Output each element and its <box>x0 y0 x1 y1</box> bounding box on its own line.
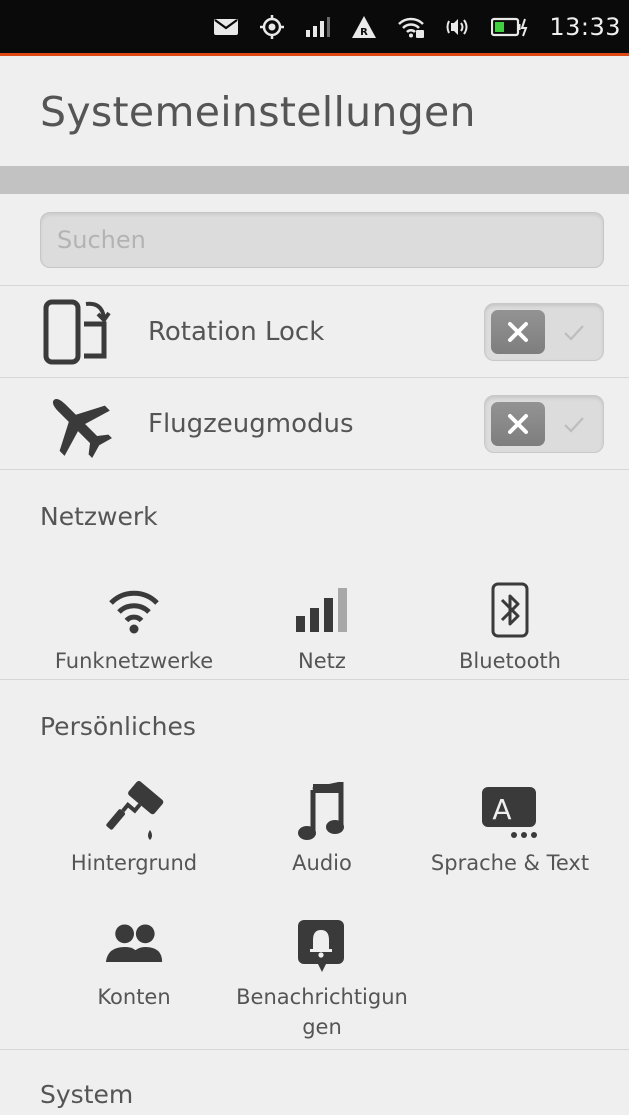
cell-signal-icon <box>305 13 331 41</box>
airplane-icon <box>40 386 116 462</box>
wifi-icon <box>397 13 425 41</box>
grid-item-label: Netz <box>298 649 346 673</box>
notification-bell-icon <box>292 916 352 976</box>
flight-mode-label: Flugzeugmodus <box>148 409 354 439</box>
rotation-lock-icon <box>40 294 116 370</box>
grid-item-audio[interactable]: Audio <box>222 782 422 878</box>
paint-roller-icon <box>104 781 164 842</box>
status-bar: R 13:33 <box>0 0 629 56</box>
grid-item-accounts[interactable]: Konten <box>34 916 234 1012</box>
page-title: Systemeinstellungen <box>40 88 476 136</box>
grid-item-notifications[interactable]: Benachrichtigungen <box>222 916 422 1042</box>
rotation-lock-switch[interactable] <box>484 303 604 361</box>
grid-item-label: Audio <box>292 851 352 875</box>
check-icon <box>559 409 589 439</box>
grid-item-label: Funknetzwerke <box>54 649 214 673</box>
rotation-lock-row[interactable]: Rotation Lock <box>0 286 629 378</box>
accounts-icon <box>104 916 164 976</box>
page-header: Systemeinstellungen <box>0 59 629 165</box>
grid-item-wifi[interactable]: Funknetzwerke <box>34 580 234 676</box>
switch-knob <box>491 310 545 354</box>
grid-item-cellular[interactable]: Netz <box>222 580 422 676</box>
search-container <box>40 212 604 268</box>
switch-knob <box>491 402 545 446</box>
divider <box>0 679 629 680</box>
svg-text:A: A <box>492 793 511 826</box>
divider <box>0 469 629 470</box>
status-clock: 13:33 <box>549 12 621 41</box>
grid-item-language[interactable]: A Sprache & Text <box>410 782 610 878</box>
cell-signal-icon <box>292 580 352 640</box>
bluetooth-icon <box>480 580 540 640</box>
svg-text:R: R <box>360 27 368 38</box>
search-input[interactable] <box>40 212 604 268</box>
wifi-icon <box>104 580 164 640</box>
section-title-system: System <box>40 1080 134 1109</box>
keyboard-language-icon: A <box>480 782 540 842</box>
section-title-network: Netzwerk <box>40 502 158 531</box>
grid-item-label: Sprache & Text <box>430 851 590 875</box>
battery-charging-icon <box>491 13 529 41</box>
grid-item-background[interactable]: Hintergrund <box>34 781 234 878</box>
close-icon <box>508 322 528 342</box>
music-note-icon <box>292 782 352 842</box>
check-icon <box>559 317 589 347</box>
grid-item-bluetooth[interactable]: Bluetooth <box>410 580 610 676</box>
location-icon <box>259 13 285 41</box>
grid-item-label: Konten <box>97 985 171 1009</box>
grid-item-label: Benachrichtigungen <box>236 985 408 1039</box>
grid-item-label: Bluetooth <box>459 649 561 673</box>
close-icon <box>508 414 528 434</box>
flight-mode-switch[interactable] <box>484 395 604 453</box>
rotation-lock-label: Rotation Lock <box>148 317 325 347</box>
header-divider <box>0 166 629 194</box>
grid-item-label: Hintergrund <box>70 851 198 875</box>
volume-icon <box>445 13 471 41</box>
mail-icon <box>213 13 239 41</box>
roaming-icon: R <box>351 13 377 41</box>
section-title-personal: Persönliches <box>40 712 196 741</box>
flight-mode-row[interactable]: Flugzeugmodus <box>0 378 629 470</box>
divider <box>0 1049 629 1050</box>
